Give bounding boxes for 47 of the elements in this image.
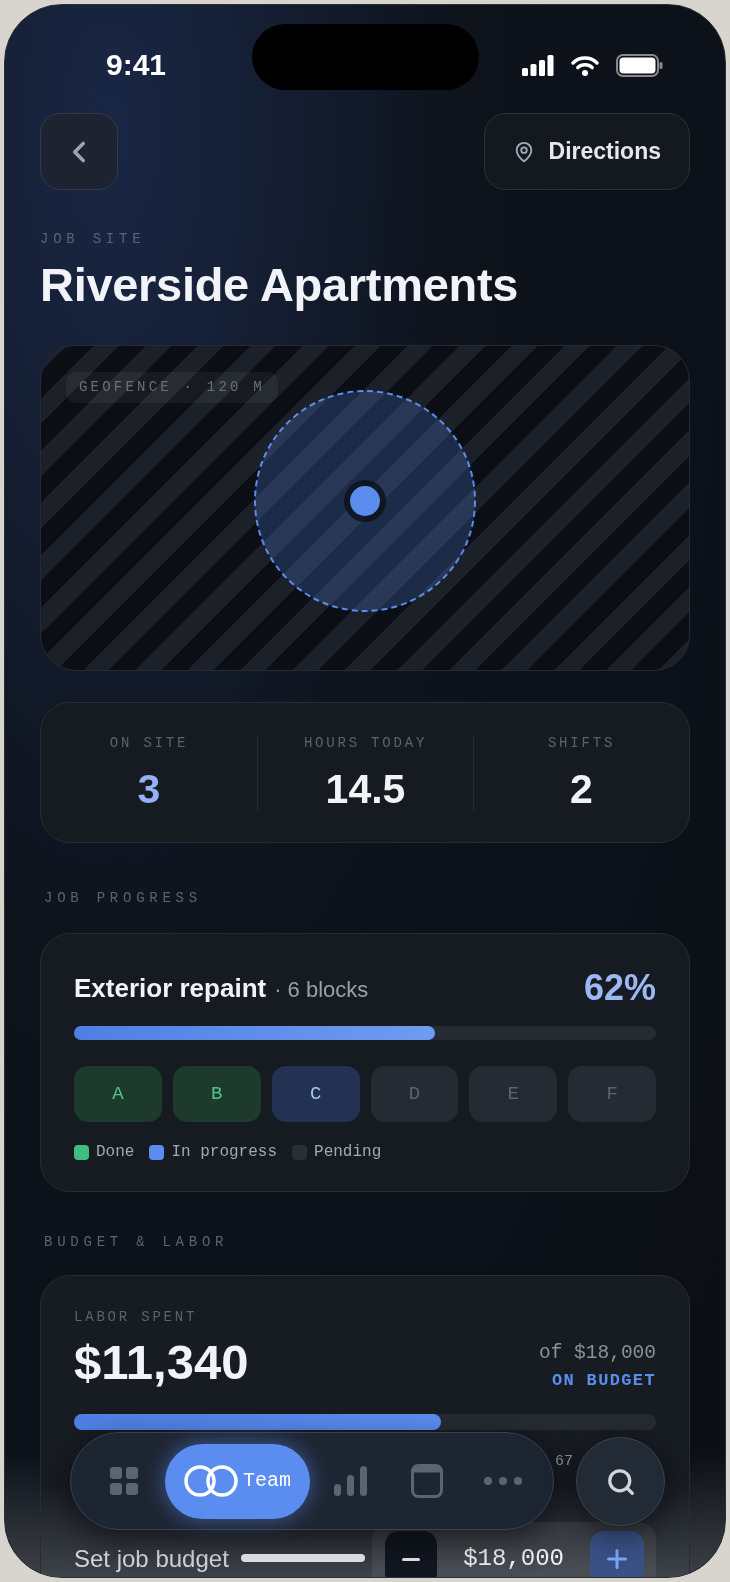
grid-icon (110, 1467, 138, 1495)
stat-label: HOURS TODAY (303, 734, 428, 751)
block-tile: B (172, 1066, 261, 1122)
page-title: Riverside Apartments (40, 259, 520, 311)
eyebrow-label: JOB SITE (40, 231, 147, 247)
stat-label: SHIFTS (547, 734, 616, 751)
bar-chart-icon (334, 1466, 368, 1496)
battery-icon (616, 53, 663, 77)
section-heading: JOB PROGRESS (43, 890, 203, 906)
geofence-tag: GEOFENCE · 120 M (66, 372, 278, 403)
stepper-value: $18,000 (463, 1544, 564, 1574)
two-rings-icon (184, 1465, 238, 1497)
section-heading: BUDGET & LABOR (43, 1234, 230, 1250)
more-icon (484, 1477, 522, 1485)
back-button[interactable] (40, 113, 118, 190)
task-detail: · 6 blocks (274, 975, 369, 1004)
window-icon (411, 1464, 443, 1498)
block-tile: F (568, 1066, 656, 1122)
increment-button[interactable] (590, 1531, 644, 1577)
budget-label: LABOR SPENT (74, 1309, 199, 1325)
budget-amount: $11,340 (74, 1335, 249, 1389)
block-tile: C (271, 1066, 360, 1122)
budget-total: of $18,000 (538, 1341, 656, 1366)
signal-icon (522, 54, 554, 76)
block-tile: D (370, 1066, 459, 1122)
wifi-icon (571, 54, 599, 76)
stat-value: 3 (137, 766, 161, 811)
budget-status: ON BUDGET (551, 1370, 656, 1392)
block-tile: E (469, 1066, 558, 1122)
task-title: Exterior repaint (74, 971, 267, 1005)
status-time: 9:41 (106, 47, 167, 83)
legend-label: Pending (314, 1142, 382, 1163)
search-icon (605, 1466, 636, 1497)
block-tile: A (74, 1066, 162, 1122)
directions-button[interactable]: Directions (483, 113, 690, 190)
plus-icon (607, 1549, 627, 1569)
stat-label: ON SITE (109, 734, 189, 751)
decrement-button[interactable] (385, 1531, 438, 1577)
progress-percent: 62% (583, 966, 656, 1010)
legend-label: Done (96, 1142, 135, 1163)
legend-label: In progress (171, 1142, 278, 1163)
stat-value: 14.5 (325, 766, 406, 811)
location-dot-icon (343, 479, 387, 523)
cut-off-text: 67 (555, 1453, 573, 1470)
set-budget-label: Set job budget (74, 1544, 229, 1574)
minus-icon (402, 1557, 421, 1561)
stat-value: 2 (570, 766, 593, 811)
